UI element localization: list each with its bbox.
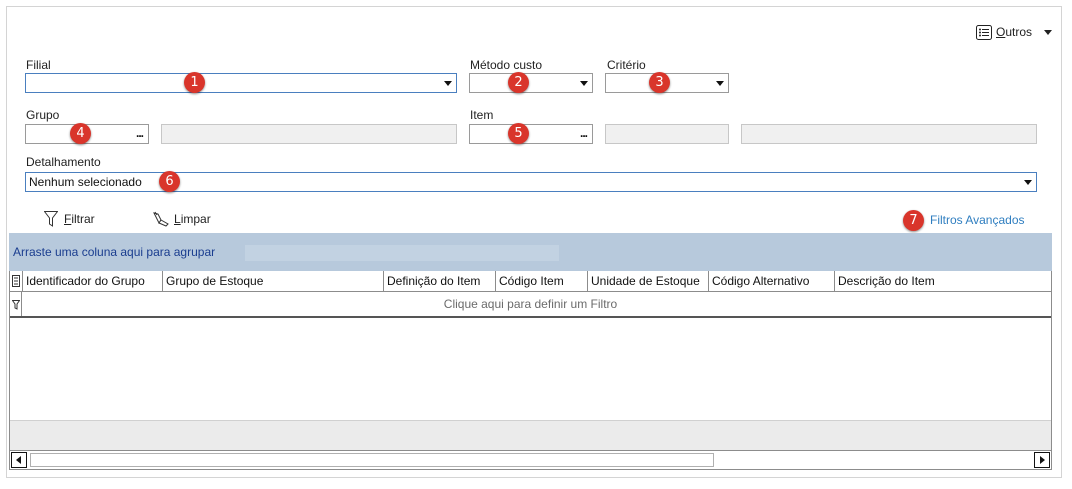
column-header[interactable]: Código Item xyxy=(496,271,588,291)
eraser-icon xyxy=(153,211,169,227)
limpar-button[interactable]: Limpar xyxy=(153,210,217,228)
callout-badge-5: 5 xyxy=(508,123,529,144)
grid-header: Identificador do Grupo Grupo de Estoque … xyxy=(10,271,1051,292)
column-header[interactable]: Descrição do Item xyxy=(835,271,1053,291)
chevron-down-icon xyxy=(1044,30,1052,35)
chevron-down-icon xyxy=(580,81,588,86)
scroll-left-button[interactable] xyxy=(11,452,27,468)
group-drop-strip xyxy=(245,245,559,261)
column-header[interactable]: Código Alternativo xyxy=(709,271,835,291)
arrow-right-icon xyxy=(1040,456,1045,464)
grid-summary-footer xyxy=(10,420,1051,450)
column-chooser-icon xyxy=(12,275,20,287)
ellipsis-icon[interactable]: ... xyxy=(136,126,144,140)
item-description-field xyxy=(741,124,1037,144)
data-grid: Identificador do Grupo Grupo de Estoque … xyxy=(9,271,1052,470)
arrow-left-icon xyxy=(16,456,21,464)
grupo-label: Grupo xyxy=(26,108,60,122)
chevron-down-icon xyxy=(716,81,724,86)
callout-badge-6: 6 xyxy=(159,171,180,192)
criterio-label: Critério xyxy=(607,58,646,72)
grid-filter-row[interactable]: Clique aqui para definir um Filtro xyxy=(10,292,1051,318)
list-icon xyxy=(976,25,992,40)
callout-badge-1: 1 xyxy=(184,72,205,93)
callout-badge-7: 7 xyxy=(903,210,924,231)
group-by-area[interactable]: Arraste uma coluna aqui para agrupar xyxy=(9,233,1052,271)
metodo-custo-select[interactable] xyxy=(469,73,593,93)
callout-badge-2: 2 xyxy=(508,72,529,93)
grupo-description-field xyxy=(161,124,457,144)
group-hint-text: Arraste uma coluna aqui para agrupar xyxy=(13,245,216,259)
filial-select[interactable] xyxy=(25,73,457,93)
filter-hint-text: Clique aqui para definir um Filtro xyxy=(443,297,618,311)
metodo-custo-label: Método custo xyxy=(470,58,543,72)
filtros-avancados-link[interactable]: Filtros Avançados xyxy=(930,213,1025,227)
horizontal-scrollbar[interactable] xyxy=(10,450,1051,469)
outros-label: Outros xyxy=(996,25,1033,39)
callout-badge-3: 3 xyxy=(649,72,670,93)
scrollbar-thumb[interactable] xyxy=(30,453,714,467)
callout-badge-4: 4 xyxy=(70,123,91,144)
filial-label: Filial xyxy=(26,58,51,72)
column-chooser-button[interactable] xyxy=(10,271,23,291)
ellipsis-icon[interactable]: ... xyxy=(580,126,588,140)
column-header[interactable]: Definição do Item xyxy=(384,271,496,291)
column-header[interactable]: Unidade de Estoque xyxy=(588,271,709,291)
outros-menu-button[interactable]: Outros xyxy=(976,24,1056,42)
chevron-down-icon xyxy=(444,81,452,86)
detalhamento-label: Detalhamento xyxy=(26,155,101,169)
item-code-field xyxy=(605,124,729,144)
column-header[interactable]: Identificador do Grupo xyxy=(23,271,163,291)
column-header[interactable]: Grupo de Estoque xyxy=(163,271,384,291)
filter-funnel-icon xyxy=(44,211,58,227)
chevron-down-icon xyxy=(1024,180,1032,185)
item-lookup-input[interactable]: ... xyxy=(469,124,593,144)
item-label: Item xyxy=(470,108,494,122)
filtrar-button[interactable]: Filtrar xyxy=(44,210,108,228)
scroll-right-button[interactable] xyxy=(1034,452,1050,468)
